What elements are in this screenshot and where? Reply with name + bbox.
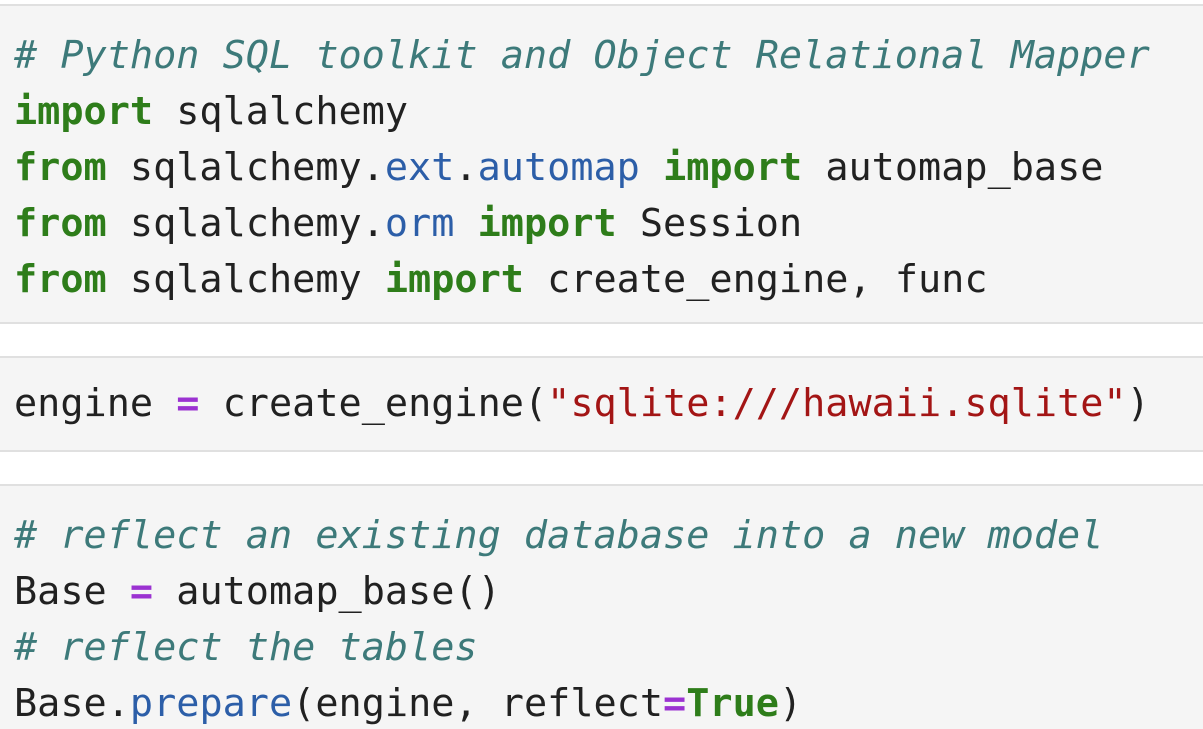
code-line: # Python SQL toolkit and Object Relation… — [14, 28, 1150, 84]
code-line: from sqlalchemy.ext.automap import autom… — [14, 140, 1150, 196]
code-line: # reflect the tables — [14, 620, 1103, 676]
code-cell-reflect[interactable]: # reflect an existing database into a ne… — [0, 484, 1203, 729]
code-keyword: import — [663, 145, 803, 190]
code-text: sqlalchemy. — [106, 201, 385, 246]
code-editor[interactable]: # Python SQL toolkit and Object Relation… — [14, 28, 1150, 308]
code-keyword: import — [477, 201, 617, 246]
code-line: engine = create_engine("sqlite:///hawaii… — [14, 376, 1150, 432]
code-keyword: from — [14, 257, 107, 302]
code-text: (engine, reflect — [292, 681, 664, 726]
code-text: Base. — [14, 681, 130, 726]
notebook-page: # Python SQL toolkit and Object Relation… — [0, 0, 1203, 729]
code-keyword: import — [14, 89, 154, 134]
code-text: ) — [1126, 381, 1150, 426]
code-text: . — [454, 145, 478, 190]
code-comment: # Python SQL toolkit and Object Relation… — [14, 33, 1150, 78]
code-operator: = — [176, 381, 200, 426]
code-comment: # reflect the tables — [14, 625, 478, 670]
code-text: create_engine, func — [523, 257, 988, 302]
code-comment: # reflect an existing database into a ne… — [14, 513, 1104, 558]
code-keyword: import — [384, 257, 524, 302]
code-text: ) — [778, 681, 803, 726]
code-attribute: ext — [384, 145, 455, 190]
code-text: engine — [14, 381, 177, 426]
code-text: automap_base() — [153, 569, 501, 614]
code-text: sqlalchemy — [106, 257, 385, 302]
code-line: Base = automap_base() — [14, 564, 1103, 620]
code-text: sqlalchemy — [153, 89, 409, 134]
code-text: sqlalchemy. — [106, 145, 385, 190]
code-line: Base.prepare(engine, reflect=True) — [14, 676, 1103, 729]
code-attribute: orm — [384, 201, 455, 246]
code-editor[interactable]: engine = create_engine("sqlite:///hawaii… — [14, 376, 1150, 432]
code-string: "sqlite:///hawaii.sqlite" — [547, 381, 1127, 426]
code-text: Base — [14, 569, 130, 614]
code-line: from sqlalchemy import create_engine, fu… — [14, 252, 1150, 308]
code-text: Session — [616, 201, 803, 246]
code-keyword: from — [14, 201, 107, 246]
code-constant: True — [686, 681, 779, 726]
code-attribute: prepare — [129, 681, 293, 726]
code-operator: = — [663, 681, 687, 726]
code-line: from sqlalchemy.orm import Session — [14, 196, 1150, 252]
code-attribute: automap — [477, 145, 640, 190]
code-keyword: from — [14, 145, 107, 190]
code-editor[interactable]: # reflect an existing database into a ne… — [14, 508, 1103, 729]
code-line: import sqlalchemy — [14, 84, 1150, 140]
code-text: automap_base — [802, 145, 1104, 190]
code-text: create_engine( — [199, 381, 548, 426]
code-cell-engine[interactable]: engine = create_engine("sqlite:///hawaii… — [0, 356, 1203, 452]
code-cell-imports[interactable]: # Python SQL toolkit and Object Relation… — [0, 4, 1203, 324]
code-operator: = — [129, 569, 154, 614]
code-line: # reflect an existing database into a ne… — [14, 508, 1103, 564]
